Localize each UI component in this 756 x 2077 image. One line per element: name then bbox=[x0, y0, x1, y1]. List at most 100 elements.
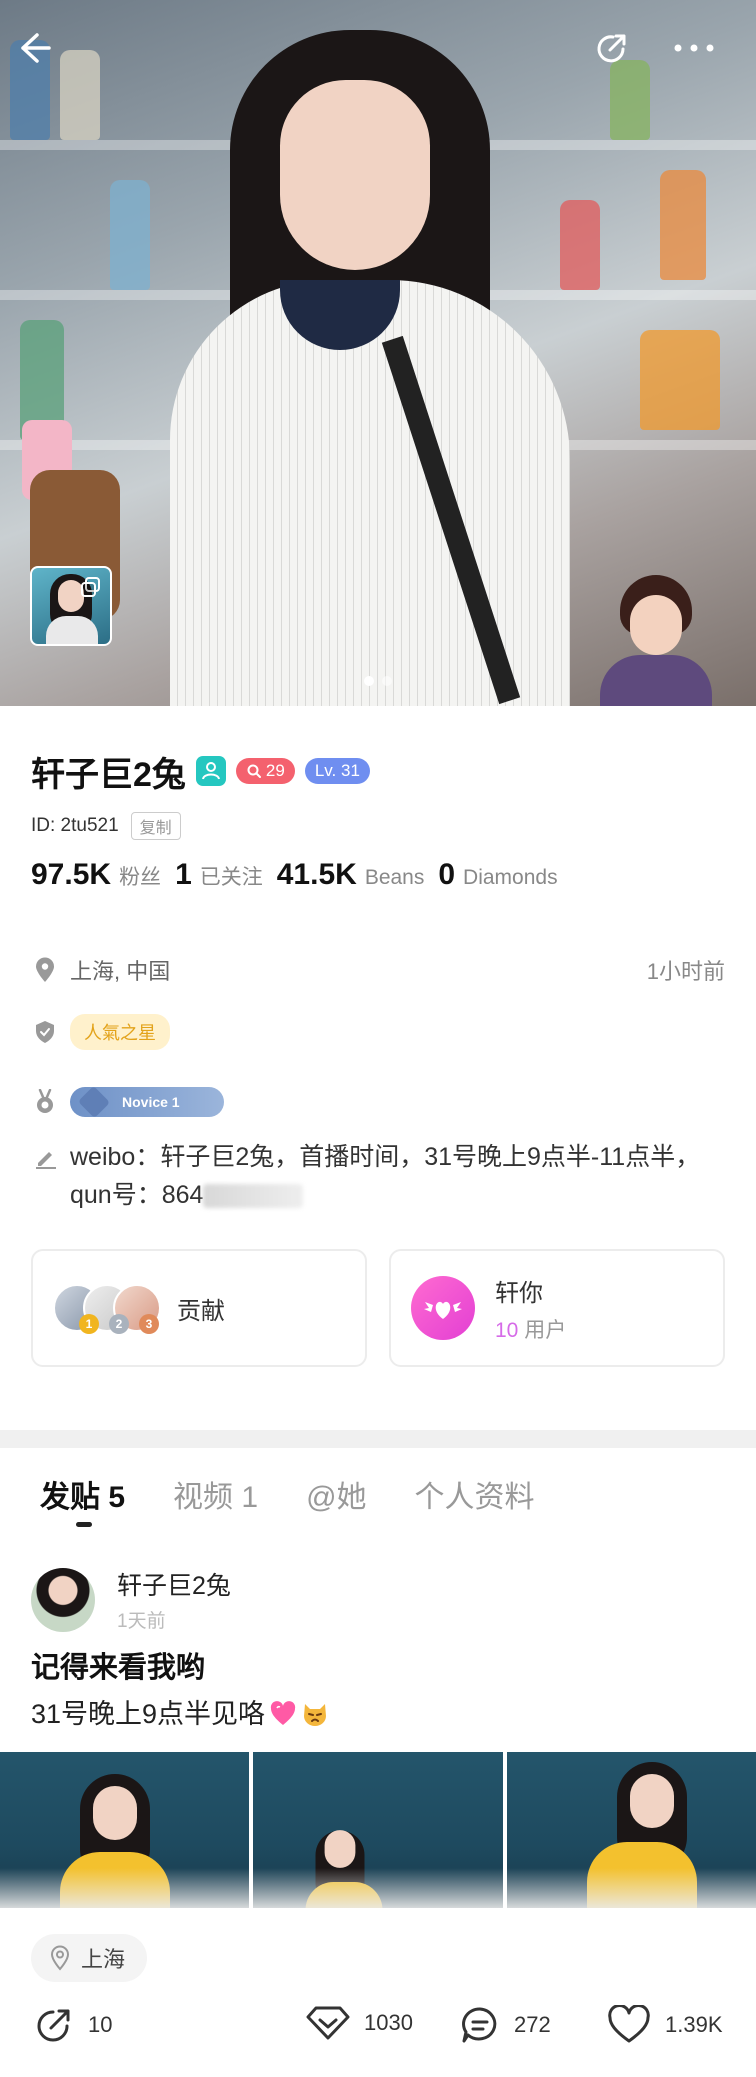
tag-row: 人氣之星 bbox=[34, 1014, 170, 1050]
user-id: ID: 2tu521 bbox=[31, 815, 119, 836]
post-location-chip[interactable]: 上海 bbox=[31, 1934, 148, 1982]
rank-badge-gold: 1 bbox=[79, 1314, 99, 1334]
tab-posts[interactable]: 发贴 5 bbox=[40, 1472, 125, 1516]
following-label: 已关注 bbox=[199, 866, 263, 889]
search-icon bbox=[247, 764, 261, 778]
contribution-card[interactable]: 1 2 3 贡献 bbox=[31, 1249, 367, 1367]
beans-count: 41.5K bbox=[276, 858, 357, 891]
rank-badge-silver: 2 bbox=[109, 1314, 129, 1334]
photo-face bbox=[93, 1786, 137, 1840]
more-button[interactable] bbox=[668, 22, 720, 74]
photo-jersey bbox=[586, 1842, 697, 1908]
last-active-time: 1小时前 bbox=[646, 959, 725, 984]
share-button[interactable] bbox=[586, 22, 638, 74]
profile-name-row: 轩子巨2兔 29 Lv. 31 bbox=[31, 748, 370, 794]
medal-row: Novice 1 bbox=[34, 1085, 224, 1119]
comment-icon bbox=[462, 2007, 497, 2043]
back-arrow-icon bbox=[21, 33, 51, 63]
heart-wings-icon bbox=[411, 1276, 475, 1340]
shield-icon bbox=[36, 1021, 54, 1043]
photo-face bbox=[629, 1774, 674, 1828]
photo-jersey bbox=[305, 1882, 383, 1908]
post-photo[interactable] bbox=[0, 1752, 250, 1908]
carousel-dot-active[interactable] bbox=[364, 676, 374, 686]
post-title: 记得来看我哟 bbox=[31, 1652, 206, 1684]
search-badge: 29 bbox=[235, 758, 295, 784]
search-badge-count: 29 bbox=[265, 761, 285, 780]
fan-group-name: 轩你 bbox=[495, 1279, 543, 1307]
section-divider bbox=[0, 1430, 756, 1448]
like-action[interactable]: 1.39K bbox=[607, 2005, 723, 2045]
profile-name: 轩子巨2兔 bbox=[31, 755, 186, 794]
subject-shirt bbox=[170, 280, 570, 706]
back-button[interactable] bbox=[8, 22, 60, 74]
fan-group-card[interactable]: 轩你 10 用户 bbox=[389, 1249, 725, 1367]
beans-label: Beans bbox=[364, 866, 425, 889]
virtual-avatar[interactable] bbox=[590, 575, 720, 706]
subject-face bbox=[280, 80, 430, 270]
pink-heart-emoji-icon bbox=[270, 1701, 296, 1725]
contribution-label: 贡献 bbox=[177, 1297, 225, 1325]
popularity-tag[interactable]: 人氣之星 bbox=[70, 1014, 170, 1050]
post-time: 1天前 bbox=[117, 1611, 166, 1632]
shelf-item bbox=[60, 50, 100, 140]
avatar-face bbox=[630, 595, 682, 655]
novice-gem-icon bbox=[77, 1085, 111, 1119]
shelf-item bbox=[110, 180, 150, 290]
share-count: 10 bbox=[88, 2012, 113, 2037]
share-action[interactable]: 10 bbox=[34, 2005, 112, 2045]
share-icon bbox=[37, 2009, 70, 2042]
fan-group-count: 10 bbox=[495, 1318, 519, 1342]
location-text: 上海, 中国 bbox=[70, 959, 171, 984]
profile-tabs: 发贴 5 视频 1 @她 个人资料 bbox=[40, 1472, 535, 1516]
level-badge: Lv. 31 bbox=[304, 758, 370, 784]
bio-text: weibo：轩子巨2兔，首播时间，31号晚上9点半-11点半，qun号：864 bbox=[70, 1143, 701, 1209]
gift-diamond-icon bbox=[306, 2006, 350, 2040]
profile-cover-carousel[interactable] bbox=[0, 0, 756, 706]
like-count: 1.39K bbox=[665, 2012, 723, 2037]
avatar[interactable] bbox=[31, 1567, 95, 1632]
user-id-row: ID: 2tu521 复制 bbox=[31, 812, 181, 840]
profile-stats: 97.5K 粉丝 1 已关注 41.5K Beans 0 Diamonds bbox=[31, 858, 572, 892]
verified-badge bbox=[195, 756, 226, 786]
share-icon bbox=[597, 34, 626, 63]
post-photo[interactable] bbox=[506, 1752, 756, 1908]
gift-action[interactable]: 1030 bbox=[306, 2005, 413, 2041]
tab-profile-info[interactable]: 个人资料 bbox=[415, 1472, 535, 1516]
fans-count[interactable]: 97.5K bbox=[31, 858, 111, 892]
post-author[interactable]: 轩子巨2兔 bbox=[117, 1566, 231, 1602]
copy-icon bbox=[81, 577, 100, 597]
novice-medal[interactable]: Novice 1 bbox=[70, 1085, 224, 1119]
shelf-item bbox=[640, 330, 720, 430]
fan-group-unit: 用户 bbox=[524, 1318, 567, 1342]
tab-videos[interactable]: 视频 1 bbox=[173, 1472, 258, 1516]
like-heart-icon bbox=[608, 2005, 650, 2043]
location-row: 上海, 中国 bbox=[34, 954, 170, 986]
photo-face bbox=[324, 1830, 356, 1868]
active-tab-indicator bbox=[76, 1522, 92, 1527]
more-icon bbox=[674, 44, 714, 52]
carousel-dot[interactable] bbox=[382, 676, 392, 686]
novice-medal-label: Novice 1 bbox=[122, 1094, 180, 1110]
top-contributors: 1 2 3 bbox=[53, 1278, 173, 1338]
comment-action[interactable]: 272 bbox=[460, 2005, 551, 2045]
photo-jersey bbox=[60, 1852, 170, 1908]
following-count[interactable]: 1 bbox=[175, 858, 192, 892]
tab-mentions[interactable]: @她 bbox=[306, 1472, 366, 1516]
fan-group-info: 轩你 10 用户 bbox=[495, 1273, 566, 1344]
gift-count: 1030 bbox=[364, 2010, 413, 2035]
post-meta: 轩子巨2兔 1天前 bbox=[117, 1566, 231, 1633]
carousel-indicator bbox=[0, 676, 756, 686]
post-photo[interactable] bbox=[253, 1752, 503, 1908]
comment-count: 272 bbox=[514, 2012, 551, 2037]
post-header: 轩子巨2兔 1天前 bbox=[31, 1566, 231, 1633]
post-text: 31号晚上9点半见咯 bbox=[31, 1699, 266, 1729]
diamonds-label: Diamonds bbox=[463, 866, 558, 889]
diamonds-count: 0 bbox=[438, 858, 456, 891]
location-pin-icon bbox=[50, 1945, 70, 1971]
shelf-item bbox=[660, 170, 706, 280]
edit-pencil-icon bbox=[36, 1152, 56, 1169]
copy-id-button[interactable]: 复制 bbox=[130, 812, 181, 840]
cover-thumbnail[interactable] bbox=[30, 566, 112, 646]
post-image-gallery bbox=[0, 1752, 756, 1908]
